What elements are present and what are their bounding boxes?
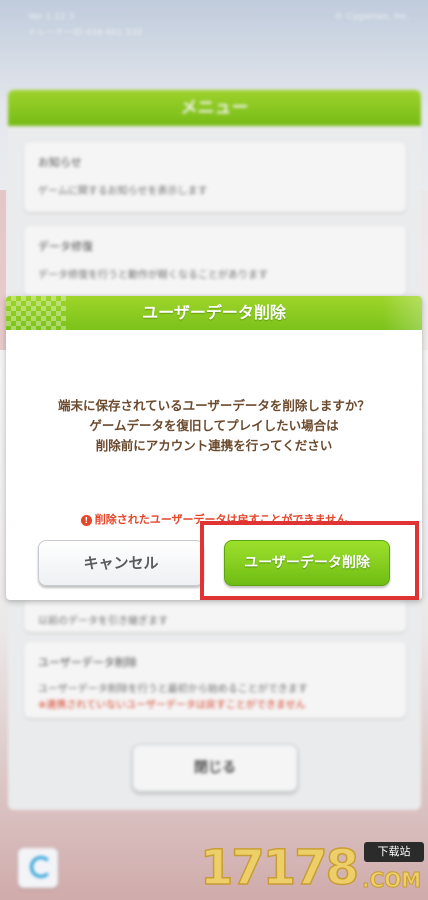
dialog-title: ユーザーデータ削除 xyxy=(142,303,286,322)
watermark-domain: .COM xyxy=(361,868,422,893)
warning-icon: ! xyxy=(80,514,92,526)
watermark-logo: 17178 下载站 .COM xyxy=(199,838,428,900)
dialog-message: 端末に保存されているユーザーデータを削除しますか？ ゲームデータを復旧してプレイ… xyxy=(6,396,422,456)
cancel-button[interactable]: キャンセル xyxy=(38,540,204,586)
dialog-message-line: 端末に保存されているユーザーデータを削除しますか？ xyxy=(58,398,370,413)
highlight-box xyxy=(200,521,419,600)
app-logo-icon xyxy=(18,848,58,888)
watermark-site: 下载站 xyxy=(364,842,424,862)
dialog-message-line: ゲームデータを復旧してプレイしたい場合は xyxy=(89,418,339,433)
watermark-number: 17178 xyxy=(199,839,360,897)
dialog-message-line: 削除前にアカウント連携を行ってください xyxy=(95,438,333,453)
